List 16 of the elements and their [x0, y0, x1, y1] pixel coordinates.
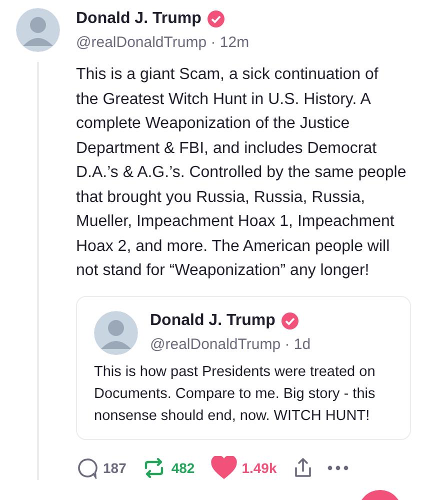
author-name[interactable]: Donald J. Trump	[150, 312, 276, 330]
author-name[interactable]: Donald J. Trump	[76, 10, 202, 28]
like-button[interactable]: 1.49k	[210, 456, 277, 480]
repost-button[interactable]: 482	[142, 456, 195, 478]
quoted-post[interactable]: Donald J. Trump @realDonaldTrump · 1d This is how past Presidents were treated on Documents. Compare to me. Big story - this nonsense should end, now. WITCH HUNT!	[76, 296, 411, 440]
share-icon[interactable]	[292, 456, 313, 478]
more-icon[interactable]	[326, 464, 349, 470]
avatar[interactable]	[16, 8, 60, 52]
speech-bubble-icon	[76, 456, 98, 478]
author-handle[interactable]: @realDonaldTrump · 1d	[150, 336, 311, 353]
avatar[interactable]	[94, 310, 138, 354]
author-handle[interactable]: @realDonaldTrump · 12m	[76, 34, 411, 51]
heart-icon	[210, 456, 237, 480]
reply-button[interactable]: 187	[76, 456, 126, 478]
post-text: This is a giant Scam, a sick continuation of the Greatest Witch Hunt in U.S. History. A complete Weaponization of the Justice Department & FBI, and includes Democrat D.A.’s & A.G.’s. Controlled by the same people that brought you Russia, Russia, Russia, Mueller, Impeachment Hoax 1, Impeachment Hoax 2, and more. The American people will not stand for “Weaponization” any longer!	[76, 65, 408, 281]
quoted-post-text: This is how past Presidents were treated on Documents. Compare to me. Big story - this nonsense should end, now. WITCH HUNT!	[94, 362, 376, 426]
